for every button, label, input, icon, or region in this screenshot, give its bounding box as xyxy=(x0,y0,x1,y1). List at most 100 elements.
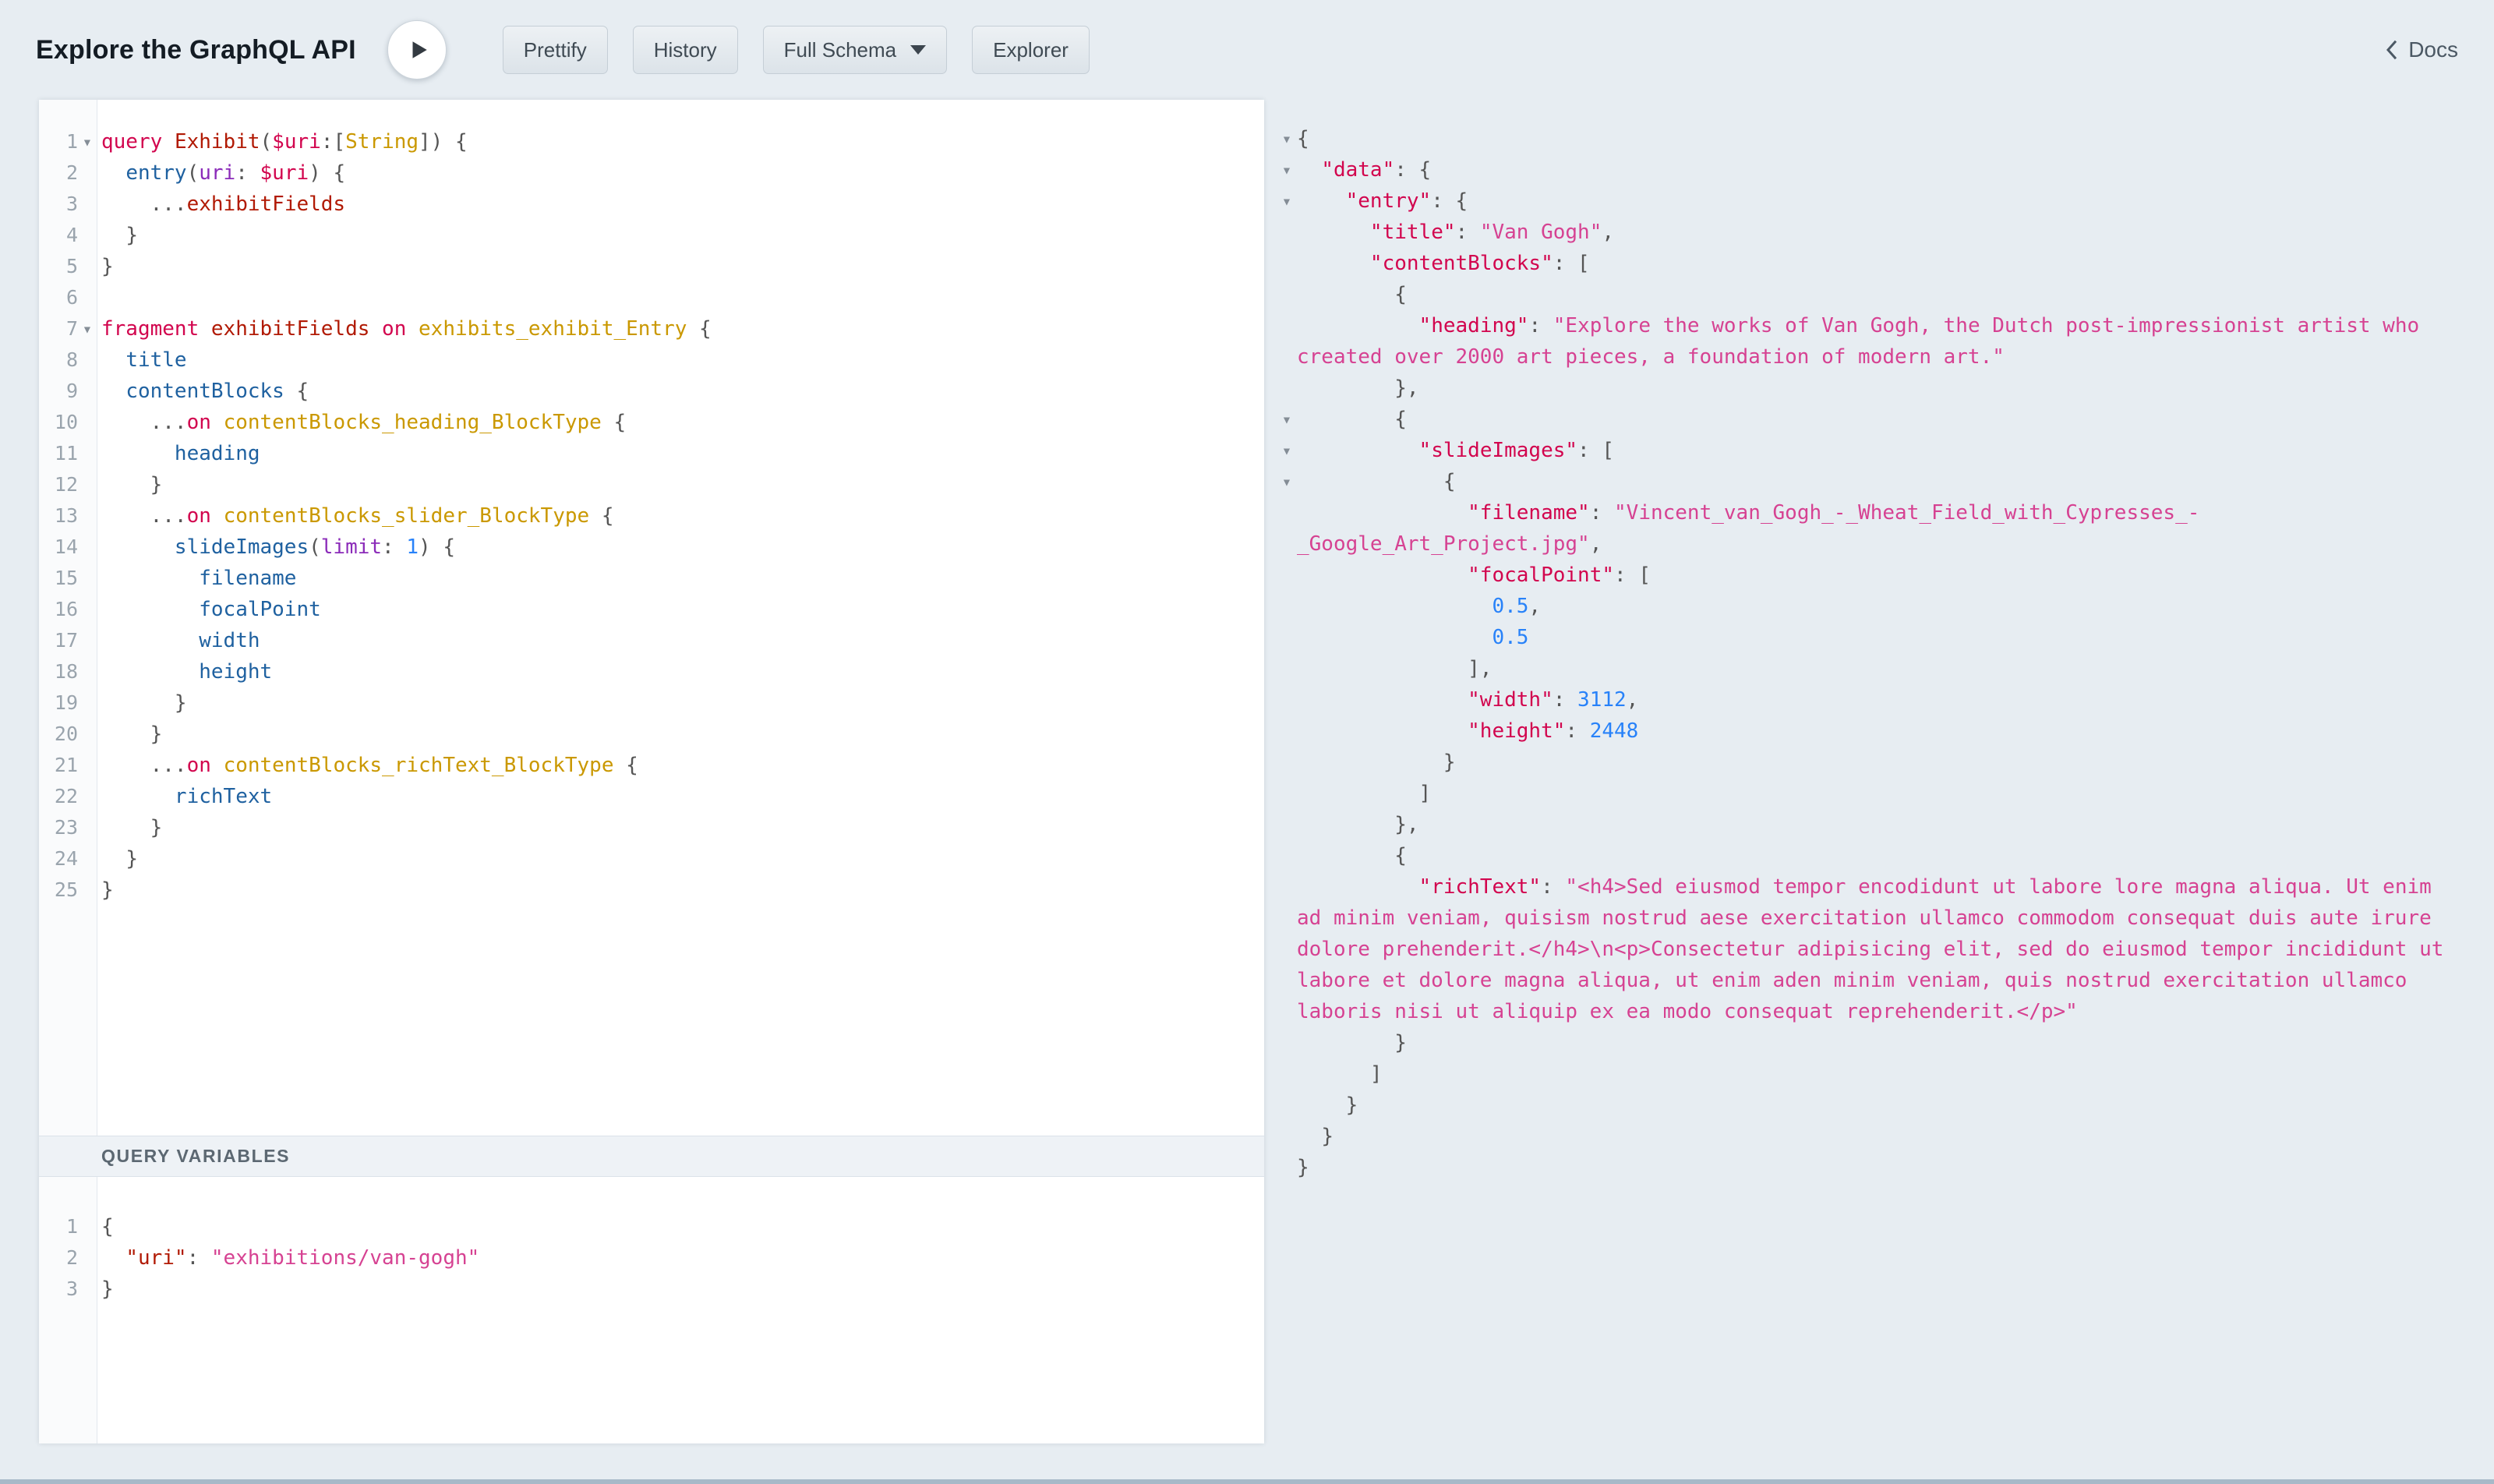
code-token xyxy=(1297,283,1394,306)
code-line: ▾ "slideImages": [ xyxy=(1277,435,2483,466)
line-number: 4 xyxy=(39,220,78,251)
code-token xyxy=(687,317,699,341)
fold-marker-icon[interactable]: ▾ xyxy=(1277,154,1297,186)
code-text: width xyxy=(97,625,1264,656)
code-token: "uri" xyxy=(125,1246,186,1270)
query-variables-header[interactable]: QUERY VARIABLES xyxy=(39,1136,1264,1177)
code-line: ] xyxy=(1277,1058,2483,1090)
code-token: } xyxy=(101,878,114,902)
fold-marker-icon[interactable]: ▾ xyxy=(1277,123,1297,154)
line-number: 20 xyxy=(39,719,78,750)
code-token: exhibits_exhibit_Entry xyxy=(419,317,687,341)
code-token xyxy=(406,317,419,341)
line-number: 21 xyxy=(39,750,78,781)
code-token: slideImages xyxy=(175,535,309,559)
line-number: 12 xyxy=(39,469,78,500)
code-line: "title": "Van Gogh", xyxy=(1277,217,2483,248)
fold-marker-icon[interactable]: ▾ xyxy=(1277,404,1297,435)
code-token xyxy=(1297,1125,1321,1148)
docs-link[interactable]: Docs xyxy=(2383,37,2458,62)
variables-editor[interactable]: 1{2 "uri": "exhibitions/van-gogh"3} xyxy=(39,1177,1264,1443)
code-line: 2 entry(uri: $uri) { xyxy=(39,157,1264,189)
code-token: on xyxy=(187,504,211,528)
fold-marker-icon[interactable]: ▾ xyxy=(1277,186,1297,217)
line-number: 17 xyxy=(39,625,78,656)
code-token: } xyxy=(150,816,163,839)
code-token: contentBlocks_richText_BlockType xyxy=(224,754,614,777)
code-token: , xyxy=(1627,688,1639,712)
code-token xyxy=(284,380,297,403)
line-number: 2 xyxy=(39,157,78,189)
code-token: focalPoint xyxy=(199,598,321,621)
fold-marker-icon[interactable]: ▾ xyxy=(78,126,97,157)
query-variables-title: QUERY VARIABLES xyxy=(101,1146,290,1167)
code-text: "slideImages": [ xyxy=(1297,435,2458,466)
fold-marker-icon[interactable]: ▾ xyxy=(1277,435,1297,466)
toolbar: Prettify History Full Schema Explorer xyxy=(503,26,1090,74)
code-token: exhibitFields xyxy=(211,317,370,341)
code-token: query xyxy=(101,130,162,154)
fold-marker-icon[interactable]: ▾ xyxy=(1277,466,1297,497)
code-token xyxy=(101,380,125,403)
code-token: Exhibit xyxy=(175,130,260,154)
explorer-button[interactable]: Explorer xyxy=(972,26,1090,74)
code-token xyxy=(101,629,199,652)
code-token: $uri xyxy=(260,161,309,185)
code-token: { xyxy=(1443,470,1456,493)
code-token: 0.5 xyxy=(1492,626,1528,649)
code-token xyxy=(1541,314,1553,337)
prettify-button[interactable]: Prettify xyxy=(503,26,608,74)
code-token xyxy=(394,535,407,559)
code-token: : xyxy=(1394,158,1407,182)
full-schema-dropdown[interactable]: Full Schema xyxy=(763,26,948,74)
code-line: 13 ...on contentBlocks_slider_BlockType … xyxy=(39,500,1264,532)
code-token: on xyxy=(382,317,406,341)
query-editor[interactable]: 1▾query Exhibit($uri:[String]) {2 entry(… xyxy=(39,100,1264,1136)
code-token xyxy=(1297,439,1419,462)
code-token: : xyxy=(1528,314,1541,337)
execute-button[interactable] xyxy=(387,20,447,80)
docs-label: Docs xyxy=(2408,37,2458,62)
line-number: 19 xyxy=(39,687,78,719)
code-token xyxy=(1297,314,1419,337)
code-line: 1▾query Exhibit($uri:[String]) { xyxy=(39,126,1264,157)
code-token xyxy=(1297,252,1370,275)
code-token: ( xyxy=(187,161,200,185)
code-token: contentBlocks_slider_BlockType xyxy=(224,504,590,528)
code-token: "slideImages" xyxy=(1419,439,1578,462)
code-token: "contentBlocks" xyxy=(1370,252,1553,275)
code-token xyxy=(589,504,602,528)
code-token xyxy=(199,317,211,341)
code-token xyxy=(1297,470,1443,493)
code-line: "filename": "Vincent_van_Gogh_-_Wheat_Fi… xyxy=(1277,497,2483,560)
code-token xyxy=(101,598,199,621)
line-number: 7 xyxy=(39,313,78,344)
panel-divider[interactable] xyxy=(1264,100,1277,1443)
code-token: $uri xyxy=(272,130,321,154)
code-text: } xyxy=(97,251,1264,282)
history-button[interactable]: History xyxy=(633,26,738,74)
code-line: "contentBlocks": [ xyxy=(1277,248,2483,279)
code-token: ( xyxy=(260,130,273,154)
code-token xyxy=(101,691,175,715)
line-number: 14 xyxy=(39,532,78,563)
code-line: 18 height xyxy=(39,656,1264,687)
bottom-edge xyxy=(0,1479,2494,1484)
code-token xyxy=(101,723,150,746)
code-text: ...exhibitFields xyxy=(97,189,1264,220)
code-token xyxy=(1553,875,1566,899)
code-token: "heading" xyxy=(1419,314,1529,337)
code-line: 17 width xyxy=(39,625,1264,656)
play-icon xyxy=(407,38,430,62)
line-number: 18 xyxy=(39,656,78,687)
code-token xyxy=(1297,564,1468,587)
code-text: } xyxy=(97,843,1264,874)
code-token xyxy=(1297,501,1468,525)
code-token: ], xyxy=(1468,657,1492,680)
code-token: :[ xyxy=(321,130,345,154)
code-line: 0.5, xyxy=(1277,591,2483,622)
code-token: [ xyxy=(1602,439,1614,462)
code-line: 22 richText xyxy=(39,781,1264,812)
fold-marker-icon[interactable]: ▾ xyxy=(78,313,97,344)
code-token: : xyxy=(1553,688,1566,712)
